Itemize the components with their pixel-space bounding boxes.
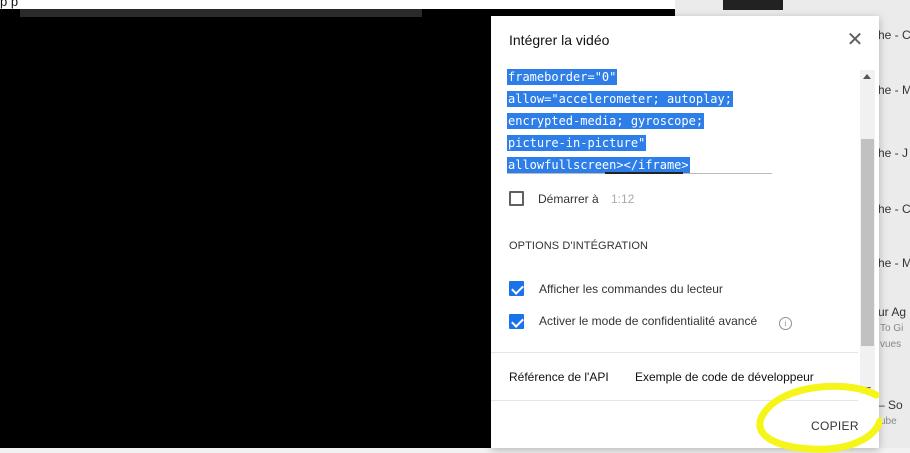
show-player-controls-checkbox[interactable] xyxy=(509,281,524,296)
related-channel: ube xyxy=(880,416,897,427)
related-title[interactable]: he - C xyxy=(878,28,910,42)
embed-code-textarea[interactable]: frameborder="0" allow="accelerometer; au… xyxy=(507,66,852,178)
code-line: picture-in-picture" xyxy=(507,135,647,151)
developer-sample-link[interactable]: Exemple de code de développeur xyxy=(635,370,814,384)
dialog-title: Intégrer la vidéo xyxy=(509,32,610,48)
code-line: allow="accelerometer; autoplay; xyxy=(507,91,733,107)
scroll-thumb[interactable] xyxy=(861,139,874,346)
divider xyxy=(491,400,858,401)
dialog-scrollbar[interactable] xyxy=(860,70,875,394)
related-title[interactable]: – So xyxy=(878,398,903,412)
code-line: encrypted-media; gyroscope; xyxy=(507,113,705,129)
related-title[interactable]: he - C xyxy=(878,202,910,216)
related-title[interactable]: ur Ag xyxy=(878,305,906,319)
related-title[interactable]: he - M xyxy=(878,83,910,97)
code-line: frameborder="0" xyxy=(507,69,618,85)
start-time-value[interactable]: 1:12 xyxy=(611,192,634,206)
related-thumbnail[interactable] xyxy=(723,0,783,10)
api-reference-link[interactable]: Référence de l'API xyxy=(509,370,609,384)
related-title[interactable]: he - J xyxy=(878,146,908,160)
start-at-checkbox[interactable] xyxy=(509,191,524,206)
embed-options-heading: OPTIONS D'INTÉGRATION xyxy=(509,240,649,252)
scroll-up-arrow-icon[interactable] xyxy=(863,74,871,79)
privacy-mode-checkbox[interactable] xyxy=(509,314,524,329)
top-text-fragment: p p xyxy=(0,0,19,9)
divider xyxy=(491,352,858,353)
privacy-mode-label: Activer le mode de confidentialité avanc… xyxy=(539,314,758,328)
close-icon[interactable]: ✕ xyxy=(845,30,865,50)
info-icon[interactable]: i xyxy=(779,317,792,330)
related-views: vues xyxy=(880,339,902,350)
show-player-controls-label: Afficher les commandes du lecteur xyxy=(539,282,723,296)
code-underline xyxy=(507,172,772,174)
video-top-bar xyxy=(20,9,422,17)
embed-video-dialog: Intégrer la vidéo ✕ frameborder="0" allo… xyxy=(491,16,879,448)
related-title[interactable]: he - M xyxy=(878,256,910,270)
scroll-down-arrow-icon[interactable] xyxy=(863,387,871,392)
related-channel: To Gi xyxy=(880,323,904,334)
start-at-label: Démarrer à xyxy=(538,192,599,206)
copy-button[interactable]: COPIER xyxy=(811,419,859,433)
